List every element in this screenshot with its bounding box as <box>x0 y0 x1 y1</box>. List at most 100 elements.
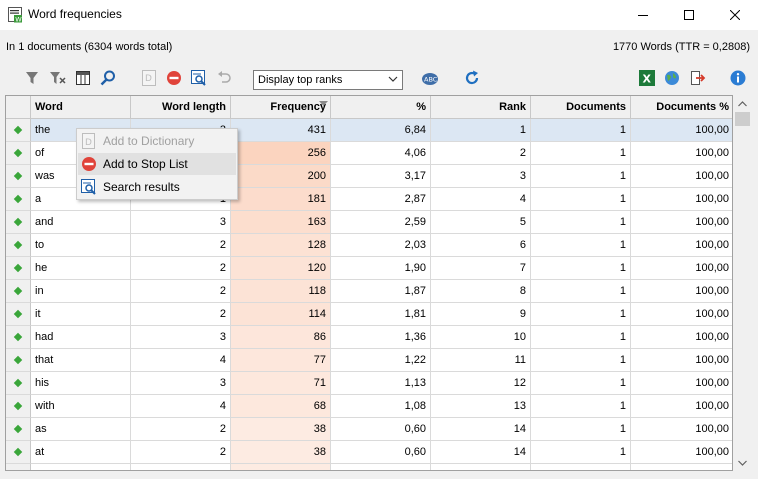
title-bar: W Word frequencies <box>0 0 758 30</box>
menu-item-add-to-stop-list[interactable]: Add to Stop List <box>78 153 236 175</box>
table-row[interactable]: it 2 114 1,81 9 1 100,00 <box>6 303 732 326</box>
filter-icon[interactable] <box>22 68 42 88</box>
display-ranks-select[interactable]: Display top ranks <box>253 70 403 90</box>
row-marker[interactable] <box>6 119 31 142</box>
excel-icon[interactable]: X <box>637 68 657 88</box>
cell-word-length: 4 <box>131 349 231 372</box>
cell-documents: 1 <box>531 395 631 418</box>
cell-documents-percent: 100,00 <box>631 418 732 441</box>
cell-documents-percent: 100,00 <box>631 395 732 418</box>
cell-documents-percent: 100,00 <box>631 188 732 211</box>
cell-frequency: 86 <box>231 326 331 349</box>
cell-frequency: 114 <box>231 303 331 326</box>
clear-filter-icon[interactable] <box>48 68 68 88</box>
search-results-icon[interactable] <box>189 68 209 88</box>
cell-word: as <box>31 418 131 441</box>
diamond-icon <box>13 447 23 457</box>
row-marker[interactable] <box>6 441 31 464</box>
cell-rank: 14 <box>431 418 531 441</box>
diamond-icon <box>13 355 23 365</box>
cell-frequency: 36 <box>231 464 331 470</box>
row-marker[interactable] <box>6 349 31 372</box>
table-row[interactable]: he 2 120 1,90 7 1 100,00 <box>6 257 732 280</box>
row-marker[interactable] <box>6 464 31 470</box>
row-marker[interactable] <box>6 395 31 418</box>
row-marker[interactable] <box>6 303 31 326</box>
dictionary-icon: D <box>81 133 97 149</box>
svg-text:W: W <box>15 16 22 24</box>
table-row[interactable]: with 4 68 1,08 13 1 100,00 <box>6 395 732 418</box>
column-header-percent[interactable]: % <box>331 96 431 119</box>
scroll-up-icon[interactable] <box>733 95 752 112</box>
diamond-icon <box>13 171 23 181</box>
cell-rank: 9 <box>431 303 531 326</box>
row-marker[interactable] <box>6 234 31 257</box>
diamond-icon <box>13 424 23 434</box>
cell-documents-percent: 100,00 <box>631 142 732 165</box>
cell-documents-percent: 100,00 <box>631 326 732 349</box>
cell-frequency: 68 <box>231 395 331 418</box>
svg-text:D: D <box>85 138 92 148</box>
table-row[interactable]: as 2 38 0,60 14 1 100,00 <box>6 418 732 441</box>
column-header-documents-percent[interactable]: Documents % <box>631 96 732 119</box>
stop-list-icon[interactable] <box>164 68 184 88</box>
diamond-icon <box>13 263 23 273</box>
menu-item-label: Add to Stop List <box>103 157 188 171</box>
menu-item-search-results[interactable]: Search results <box>78 176 236 198</box>
column-header-word[interactable]: Word <box>31 96 131 119</box>
search-icon[interactable] <box>98 68 118 88</box>
cell-word-length: 3 <box>131 326 231 349</box>
minimize-button[interactable] <box>620 0 666 30</box>
cell-frequency: 38 <box>231 418 331 441</box>
table-row[interactable]: that 4 77 1,22 11 1 100,00 <box>6 349 732 372</box>
column-header-word-length[interactable]: Word length <box>131 96 231 119</box>
cell-word: at <box>31 441 131 464</box>
window-title: Word frequencies <box>28 7 122 21</box>
row-marker[interactable] <box>6 188 31 211</box>
table-row[interactable]: to 2 128 2,03 6 1 100,00 <box>6 234 732 257</box>
cell-word-length: 4 <box>131 395 231 418</box>
cell-frequency: 120 <box>231 257 331 280</box>
cell-rank: 10 <box>431 326 531 349</box>
columns-icon[interactable] <box>73 68 93 88</box>
close-button[interactable] <box>712 0 758 30</box>
row-marker[interactable] <box>6 326 31 349</box>
cell-word: with <box>31 395 131 418</box>
cell-word: to <box>31 234 131 257</box>
table-row[interactable]: and 3 163 2,59 5 1 100,00 <box>6 211 732 234</box>
row-marker[interactable] <box>6 257 31 280</box>
row-marker[interactable] <box>6 280 31 303</box>
cell-documents: 1 <box>531 464 631 470</box>
table-row[interactable]: at 2 38 0,60 14 1 100,00 <box>6 441 732 464</box>
cell-rank: 14 <box>431 441 531 464</box>
export-icon[interactable] <box>688 68 708 88</box>
maximize-button[interactable] <box>666 0 712 30</box>
column-header-frequency[interactable]: Frequency <box>231 96 331 119</box>
cell-word-length: 2 <box>131 280 231 303</box>
column-header-rank[interactable]: Rank <box>431 96 531 119</box>
abc-icon[interactable]: ABC <box>420 68 440 88</box>
row-marker[interactable] <box>6 165 31 188</box>
table-row[interactable]: in 2 118 1,87 8 1 100,00 <box>6 280 732 303</box>
table-row[interactable]: his 3 71 1,13 12 1 100,00 <box>6 372 732 395</box>
row-marker[interactable] <box>6 211 31 234</box>
row-marker[interactable] <box>6 418 31 441</box>
scroll-down-icon[interactable] <box>733 454 752 471</box>
table-row[interactable]: not3360,57161100,00 <box>6 464 732 470</box>
diamond-icon <box>13 240 23 250</box>
cell-documents-percent: 100,00 <box>631 165 732 188</box>
column-header-documents[interactable]: Documents <box>531 96 631 119</box>
menu-item-add-to-dictionary[interactable]: D Add to Dictionary <box>78 130 236 152</box>
row-marker[interactable] <box>6 142 31 165</box>
refresh-icon[interactable] <box>462 68 482 88</box>
row-marker[interactable] <box>6 372 31 395</box>
web-icon[interactable] <box>662 68 682 88</box>
info-icon[interactable] <box>728 68 748 88</box>
table-row[interactable]: had 3 86 1,36 10 1 100,00 <box>6 326 732 349</box>
cell-documents: 1 <box>531 257 631 280</box>
cell-rank: 16 <box>431 464 531 470</box>
undo-icon <box>214 68 234 88</box>
dictionary-icon: D <box>139 68 159 88</box>
vertical-scrollbar[interactable] <box>733 95 752 471</box>
scrollbar-thumb[interactable] <box>735 112 750 126</box>
